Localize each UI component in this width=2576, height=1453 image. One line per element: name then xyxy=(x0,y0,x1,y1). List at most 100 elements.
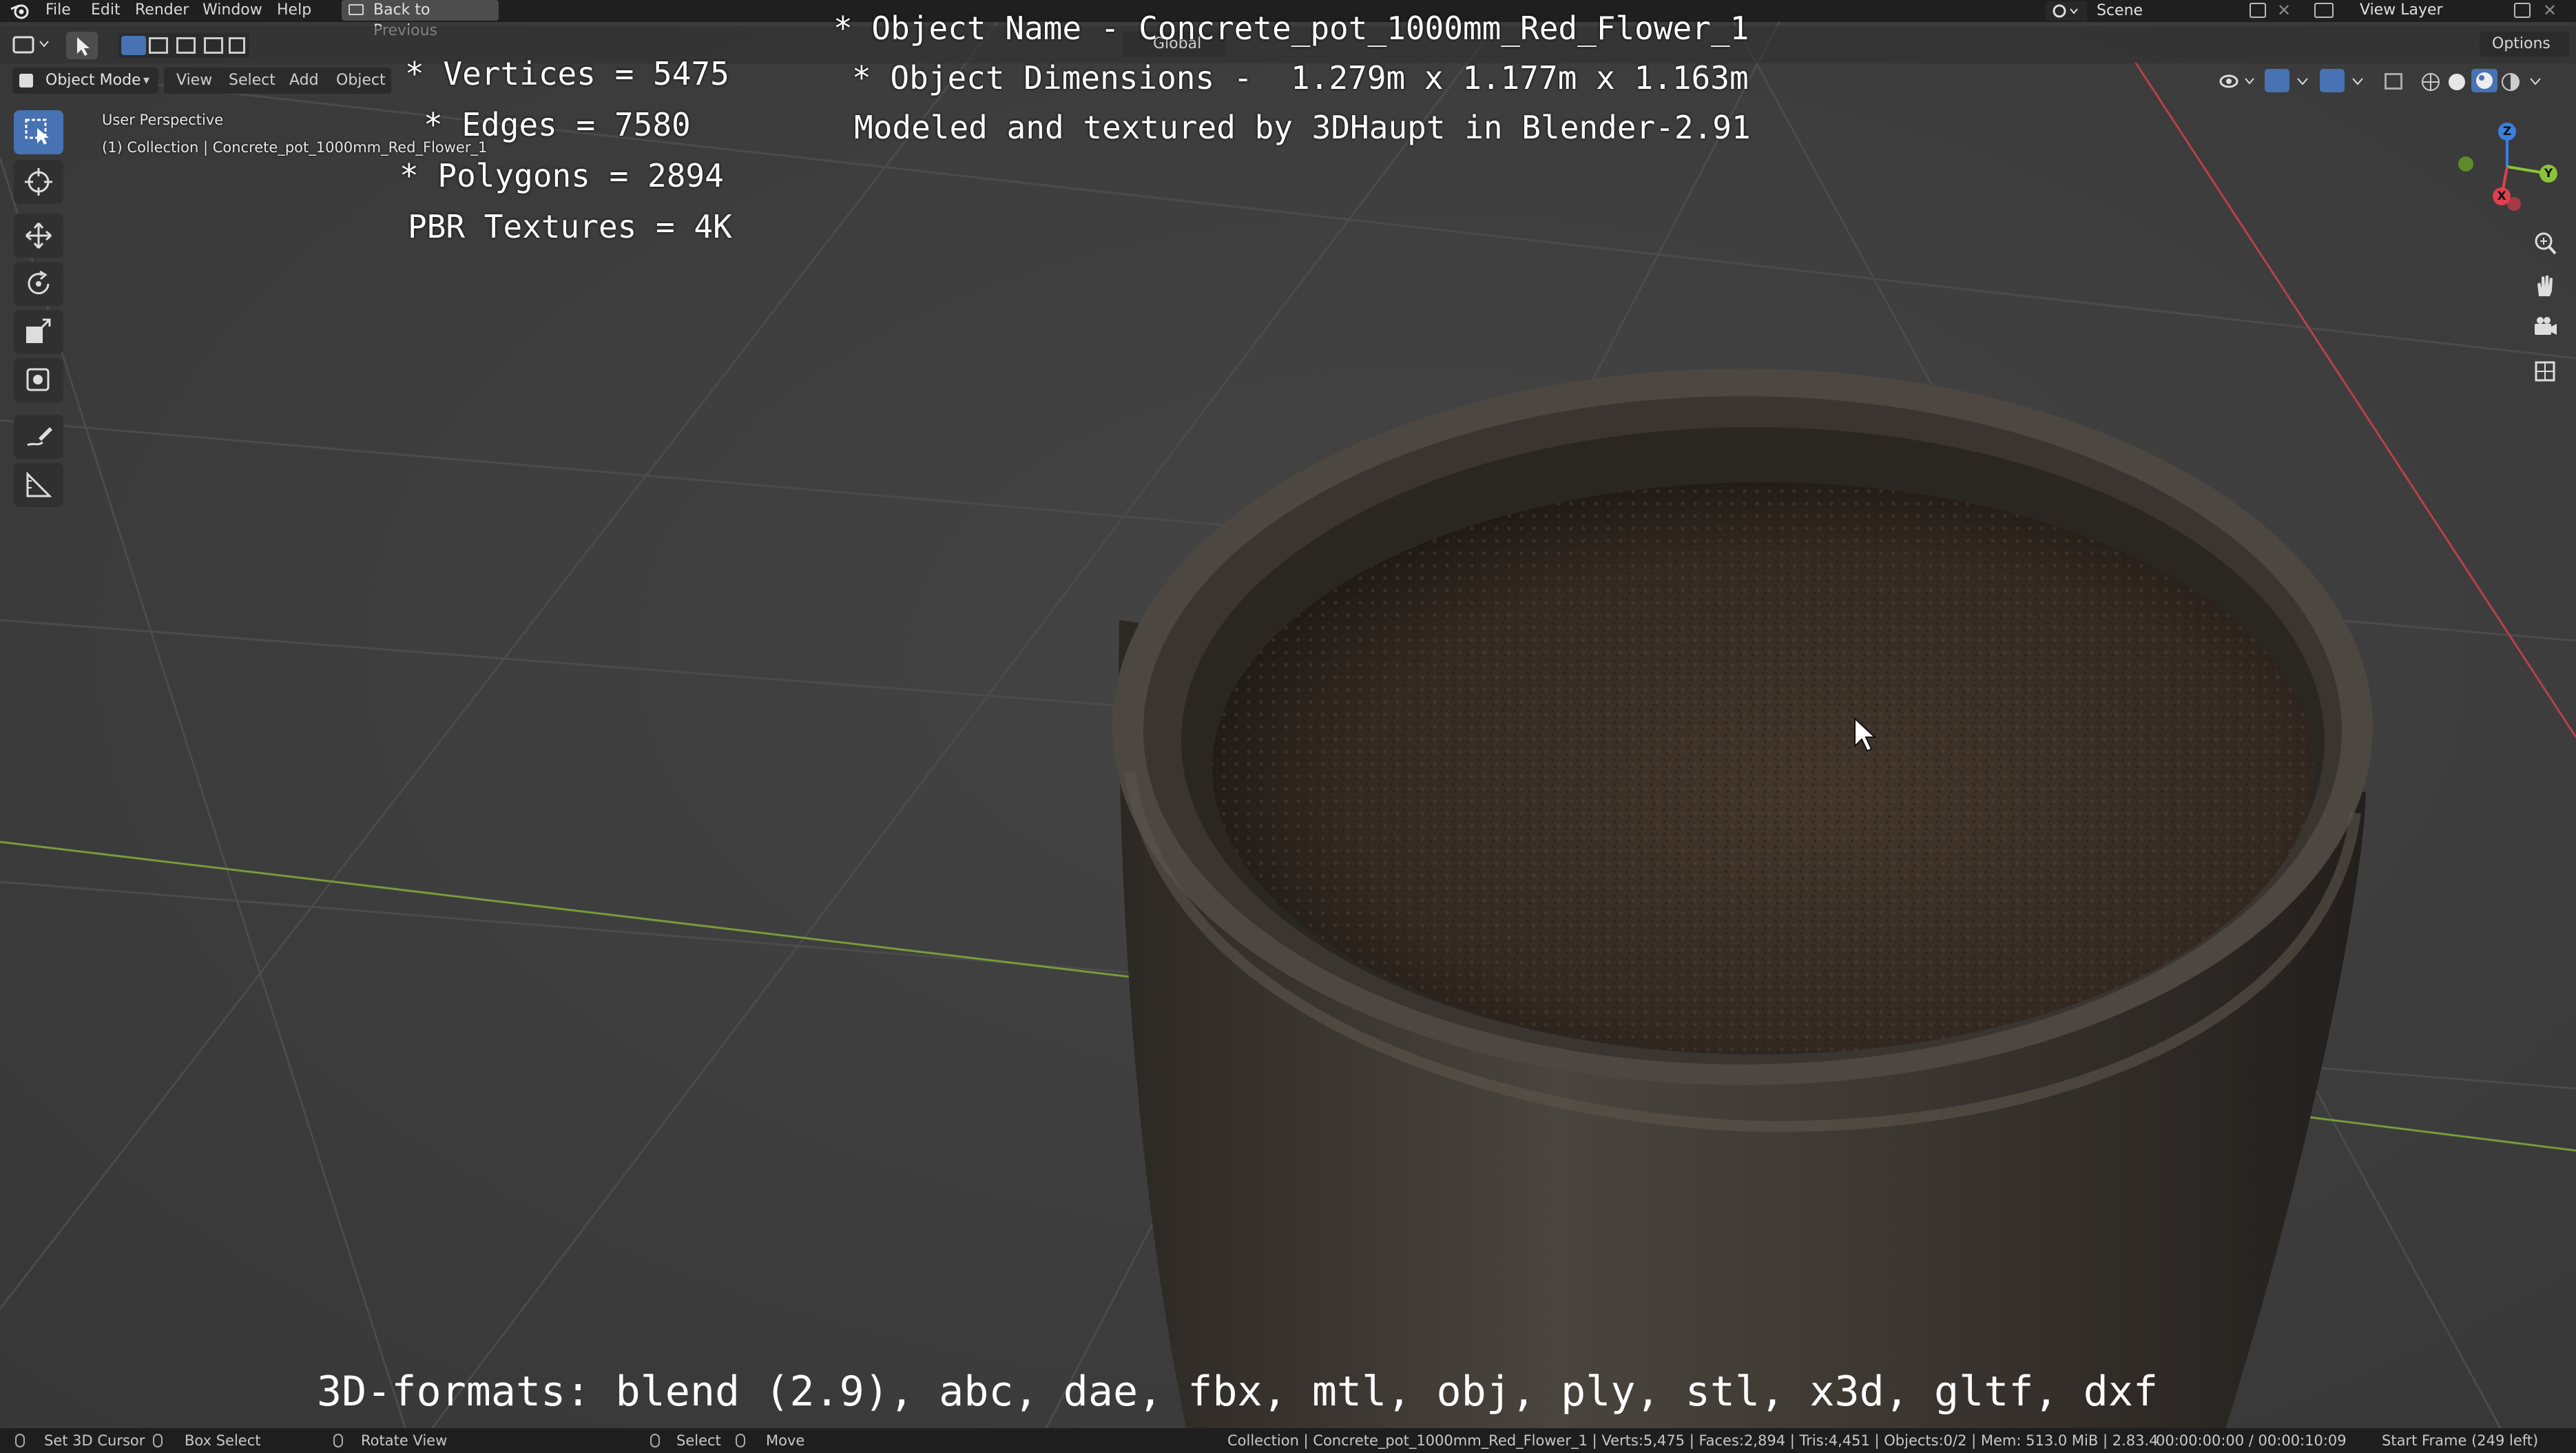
status-set-cursor: Set 3D Cursor xyxy=(44,1432,145,1449)
menu-file[interactable]: File xyxy=(45,0,71,22)
status-select: Select xyxy=(676,1432,721,1449)
select-tool-button[interactable] xyxy=(66,32,98,59)
menu-window[interactable]: Window xyxy=(202,0,262,22)
measure-icon xyxy=(26,471,52,497)
pan-button[interactable] xyxy=(2525,267,2566,306)
gizmo-x-axis[interactable]: X xyxy=(2493,187,2511,205)
tool-cursor[interactable] xyxy=(14,160,63,204)
viewport-menus: View Select Add Object xyxy=(164,68,391,94)
delete-view-layer-icon[interactable]: ✕ xyxy=(2543,0,2557,21)
options-label: Options xyxy=(2492,35,2551,52)
menu-help[interactable]: Help xyxy=(277,0,311,22)
back-to-previous-button[interactable]: Back to Previous xyxy=(342,0,499,39)
cursor-icon xyxy=(25,168,52,196)
selection-mode-group[interactable] xyxy=(118,33,249,58)
object-mode-icon xyxy=(19,74,33,87)
rotate-icon xyxy=(28,270,50,295)
mode-label: Object Mode xyxy=(45,72,141,89)
camera-view-button[interactable] xyxy=(2525,310,2566,349)
chevron-down-icon[interactable] xyxy=(2349,72,2368,91)
select-subtract-icon[interactable] xyxy=(176,37,196,54)
window-icon xyxy=(349,4,364,15)
new-view-layer-icon[interactable] xyxy=(2514,3,2531,18)
pbr-textures: PBR Textures = 4K xyxy=(408,208,732,245)
scale-icon xyxy=(26,318,51,343)
scene-label: Scene xyxy=(2097,2,2143,19)
status-box-select: Box Select xyxy=(185,1432,261,1449)
vertices-count: * Vertices = 5475 xyxy=(405,55,729,92)
solid-shading-icon[interactable] xyxy=(2447,72,2467,92)
gizmo-y-axis[interactable]: Y xyxy=(2539,165,2557,183)
select-extend-icon[interactable] xyxy=(149,37,168,54)
zoom-icon xyxy=(2535,232,2557,255)
object-name: * Object Name - Concrete_pot_1000mm_Red_… xyxy=(833,10,1749,47)
tool-transform[interactable] xyxy=(14,358,63,402)
delete-scene-icon[interactable]: ✕ xyxy=(2277,0,2291,21)
cursor-arrow-icon xyxy=(77,37,90,56)
status-bar: Set 3D Cursor Box Select Rotate View Sel… xyxy=(0,1428,2576,1453)
grid-icon xyxy=(2535,361,2555,382)
select-box-icon xyxy=(25,118,49,145)
concrete-pot-model[interactable] xyxy=(1112,369,2373,1453)
mouse-left-icon xyxy=(15,1434,25,1447)
transform-icon xyxy=(26,368,50,391)
wireframe-shading-icon[interactable] xyxy=(2420,72,2441,92)
polygons-count: * Polygons = 2894 xyxy=(399,157,724,194)
formats-list: 3D-formats: blend (2.9), abc, dae, fbx, … xyxy=(317,1368,2159,1416)
mouse-middle-icon xyxy=(333,1434,343,1447)
material-preview-shading-icon[interactable] xyxy=(2471,69,2497,92)
status-move: Move xyxy=(766,1432,805,1449)
select-invert-icon[interactable] xyxy=(204,37,223,54)
viewport-header-right xyxy=(2219,68,2570,94)
zoom-button[interactable] xyxy=(2525,225,2566,263)
scene-icon xyxy=(2053,4,2078,18)
tool-scale[interactable] xyxy=(14,310,63,354)
hand-icon xyxy=(2537,276,2553,296)
menu-add[interactable]: Add xyxy=(289,68,319,94)
camera-icon xyxy=(2535,317,2557,335)
chevron-down-icon[interactable] xyxy=(2526,72,2546,91)
menu-object[interactable]: Object xyxy=(336,68,386,94)
edges-count: * Edges = 7580 xyxy=(424,106,691,143)
mode-selector[interactable]: Object Mode ▾ xyxy=(12,68,158,94)
menu-view[interactable]: View xyxy=(176,68,212,94)
start-frame: Start Frame (249 left) xyxy=(2382,1432,2539,1449)
new-scene-icon[interactable] xyxy=(2250,3,2266,18)
rendered-shading-icon[interactable] xyxy=(2500,72,2521,92)
menu-edit[interactable]: Edit xyxy=(91,0,121,22)
view-layer-label[interactable]: View Layer xyxy=(2360,0,2443,21)
object-dimensions: * Object Dimensions - 1.279m x 1.177m x … xyxy=(852,59,1749,96)
status-rotate-view: Rotate View xyxy=(361,1432,448,1449)
tool-move[interactable] xyxy=(14,214,63,258)
menu-render[interactable]: Render xyxy=(135,0,189,22)
ortho-toggle-button[interactable] xyxy=(2525,353,2566,391)
options-dropdown[interactable]: Options xyxy=(2480,32,2569,56)
viewport-3d[interactable] xyxy=(0,0,2576,1453)
chevron-down-icon[interactable] xyxy=(2294,72,2313,91)
perspective-label: User Perspective xyxy=(102,112,224,128)
select-intersect-icon[interactable] xyxy=(229,37,245,54)
view-layer-icon[interactable] xyxy=(2314,3,2334,18)
editor-type-icon[interactable] xyxy=(12,34,54,55)
mouse-right-icon xyxy=(736,1434,745,1447)
xray-toggle-icon[interactable] xyxy=(2385,73,2402,90)
menu-select[interactable]: Select xyxy=(229,68,276,94)
navigation-gizmo[interactable]: Z Y X xyxy=(2452,117,2569,220)
gizmo-toggle-icon[interactable] xyxy=(2265,69,2289,92)
tool-select-box[interactable] xyxy=(14,110,63,154)
blender-logo-icon[interactable] xyxy=(10,2,30,20)
chevron-down-icon: ▾ xyxy=(143,73,150,87)
move-icon xyxy=(25,223,52,249)
visibility-icon[interactable] xyxy=(2219,72,2261,91)
tool-measure[interactable] xyxy=(14,463,63,507)
select-new-icon[interactable] xyxy=(121,36,146,55)
mouse-left-icon xyxy=(650,1434,660,1447)
tool-rotate[interactable] xyxy=(14,262,63,306)
annotate-icon xyxy=(27,427,52,446)
mouse-drag-icon xyxy=(153,1434,163,1447)
timecode: 00:00:00:00 / 00:00:10:09 xyxy=(2156,1432,2347,1449)
overlays-toggle-icon[interactable] xyxy=(2320,69,2345,92)
gizmo-z-axis[interactable]: Z xyxy=(2498,123,2516,141)
credits: Modeled and textured by 3DHaupt in Blend… xyxy=(854,109,1751,146)
tool-annotate[interactable] xyxy=(14,415,63,459)
